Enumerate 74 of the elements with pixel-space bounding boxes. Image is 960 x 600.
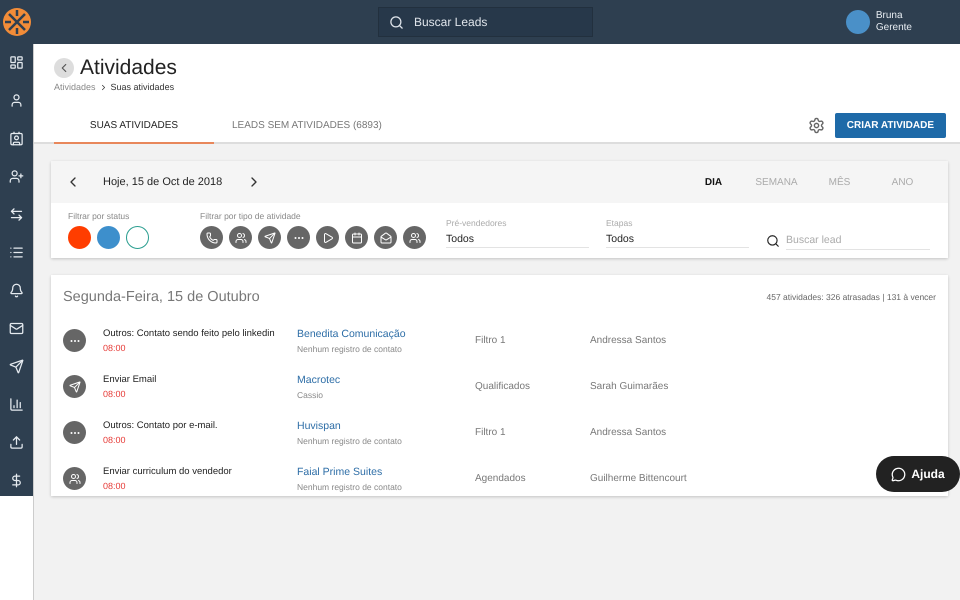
avatar[interactable] bbox=[846, 10, 870, 34]
type-filter-button[interactable] bbox=[374, 226, 397, 249]
activity-name: Outros: Contato por e-mail. bbox=[103, 420, 219, 431]
contact-name: Nenhum registro de contato bbox=[297, 344, 403, 354]
select-field[interactable]: Pré-vendedores Todos bbox=[446, 211, 589, 248]
settings-icon[interactable] bbox=[808, 116, 825, 134]
activity-time: 08:00 bbox=[103, 389, 127, 399]
stage-text: Filtro 1 bbox=[475, 427, 507, 438]
breadcrumb-link[interactable]: Atividades bbox=[54, 82, 96, 92]
owner-name: Guilherme Bittencourt bbox=[590, 473, 688, 484]
type-filter-button[interactable] bbox=[345, 226, 368, 249]
type-filter-button[interactable] bbox=[200, 226, 223, 249]
people-icon bbox=[63, 467, 86, 490]
send-icon[interactable] bbox=[9, 357, 24, 376]
contact-name: Cassio bbox=[297, 390, 324, 400]
type-filter-button[interactable] bbox=[316, 226, 339, 249]
owner-name: Andressa Santos bbox=[590, 335, 668, 346]
type-filter-button[interactable] bbox=[258, 226, 281, 249]
play-icon bbox=[322, 232, 334, 244]
breadcrumb-link[interactable]: Suas atividades bbox=[110, 82, 174, 92]
owner-name: Andressa Santos bbox=[590, 427, 668, 438]
more-dots-icon bbox=[63, 329, 86, 352]
activity-summary: 457 atividades: 326 atrasadas | 131 à vencer bbox=[766, 292, 936, 302]
calendar-icon bbox=[350, 232, 362, 244]
activity-time: 08:00 bbox=[103, 435, 127, 445]
help-button[interactable]: Ajuda bbox=[876, 456, 960, 492]
period-tab[interactable]: DIA bbox=[682, 176, 745, 188]
search-icon bbox=[766, 234, 780, 248]
type-filter-button[interactable] bbox=[287, 226, 310, 249]
phone-icon bbox=[206, 232, 218, 244]
activity-name: Enviar Email bbox=[103, 374, 158, 385]
user-role: Gerente bbox=[876, 22, 912, 34]
chat-bubble-icon bbox=[891, 466, 906, 482]
filter-label: Filtrar por tipo de atividade bbox=[200, 211, 302, 221]
contact-name: Nenhum registro de contato bbox=[297, 482, 403, 492]
status-dot[interactable] bbox=[68, 226, 91, 249]
user-name: Bruna bbox=[876, 10, 904, 22]
back-button[interactable] bbox=[54, 58, 74, 78]
company-link[interactable]: Macrotec bbox=[297, 374, 475, 386]
select-field[interactable]: Etapas Todos bbox=[606, 211, 749, 248]
dollar-icon[interactable] bbox=[9, 471, 24, 490]
bell-icon[interactable] bbox=[9, 281, 24, 300]
search-field[interactable]: Buscar Leads bbox=[378, 7, 593, 37]
activity-time: 08:00 bbox=[103, 481, 127, 491]
activity-time: 08:00 bbox=[103, 343, 127, 353]
people-icon bbox=[408, 232, 420, 244]
status-dot[interactable] bbox=[97, 226, 120, 249]
current-date: Hoje, 15 de Oct de 2018 bbox=[103, 176, 222, 188]
company-link[interactable]: Benedita Comunicação bbox=[297, 328, 475, 340]
type-filter-button[interactable] bbox=[229, 226, 252, 249]
stage-text: Qualificados bbox=[475, 381, 532, 392]
people-icon bbox=[234, 232, 246, 244]
activity-name: Enviar curriculum do vendedor bbox=[103, 466, 233, 477]
send-icon bbox=[264, 232, 276, 244]
send-icon bbox=[63, 375, 86, 398]
page-title: Atividades bbox=[80, 56, 177, 80]
envelope-icon bbox=[380, 232, 392, 244]
tab[interactable]: SUAS ATIVIDADES bbox=[54, 108, 214, 144]
create-activity-button[interactable]: CRIAR ATIVIDADE bbox=[834, 112, 946, 138]
day-title: Segunda-Feira, 15 de Outubro bbox=[63, 289, 260, 305]
filter-label: Filtrar por status bbox=[68, 211, 130, 221]
owner-name: Sarah Guimarães bbox=[590, 381, 670, 392]
status-dot[interactable] bbox=[126, 226, 149, 249]
company-link[interactable]: Faial Prime Suites bbox=[297, 466, 475, 478]
search-icon bbox=[389, 14, 404, 30]
contact-name: Nenhum registro de contato bbox=[297, 436, 403, 446]
stage-text: Agendados bbox=[475, 473, 527, 484]
contact-card-icon[interactable] bbox=[9, 129, 24, 148]
type-filter-button[interactable] bbox=[403, 226, 426, 249]
stage-text: Filtro 1 bbox=[475, 335, 507, 346]
company-link[interactable]: Huvispan bbox=[297, 420, 475, 432]
more-dots-icon bbox=[63, 421, 86, 444]
activity-name: Outros: Contato sendo feito pelo linkedin bbox=[103, 328, 276, 339]
tab[interactable]: LEADS SEM ATIVIDADES (6893) bbox=[214, 108, 400, 144]
